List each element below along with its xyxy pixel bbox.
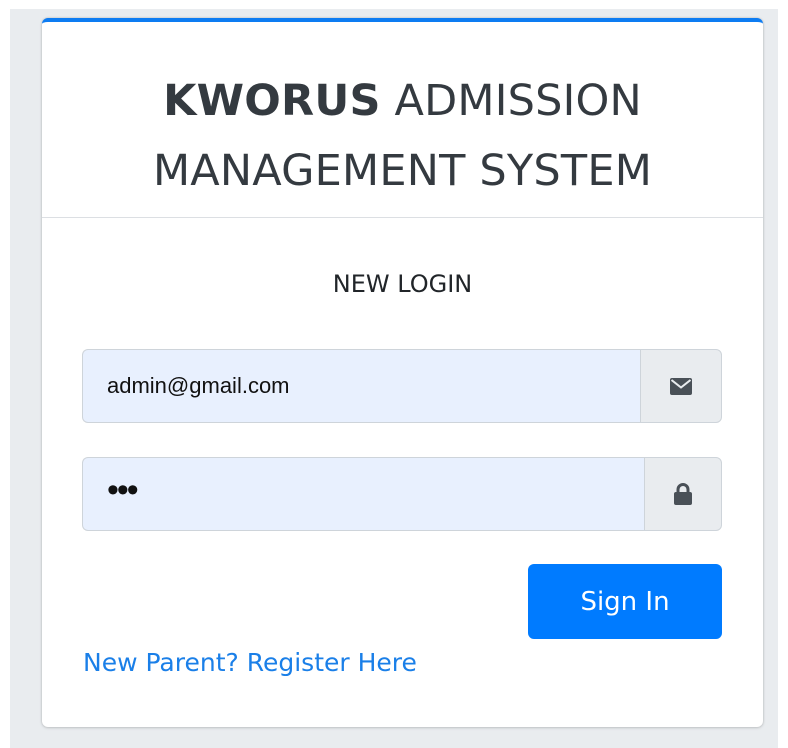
brand-name: KWORUS — [163, 76, 381, 126]
title-rest: ADMISSION — [380, 76, 642, 126]
lock-icon — [674, 483, 692, 505]
email-addon — [640, 349, 722, 423]
email-input-group — [82, 349, 722, 423]
email-field[interactable] — [82, 349, 640, 423]
envelope-icon — [670, 377, 692, 395]
password-input-group — [82, 457, 722, 531]
register-link[interactable]: New Parent? Register Here — [83, 648, 417, 677]
password-field[interactable] — [82, 457, 644, 531]
login-box-message: NEW LOGIN — [332, 270, 473, 298]
password-addon — [644, 457, 722, 531]
page-title: KWORUS ADMISSION MANAGEMENT SYSTEM — [42, 66, 763, 206]
sign-in-button[interactable]: Sign In — [528, 564, 722, 639]
title-line-2: MANAGEMENT SYSTEM — [153, 146, 652, 196]
login-header: KWORUS ADMISSION MANAGEMENT SYSTEM — [42, 22, 763, 218]
login-card: KWORUS ADMISSION MANAGEMENT SYSTEM NEW L… — [42, 18, 763, 727]
